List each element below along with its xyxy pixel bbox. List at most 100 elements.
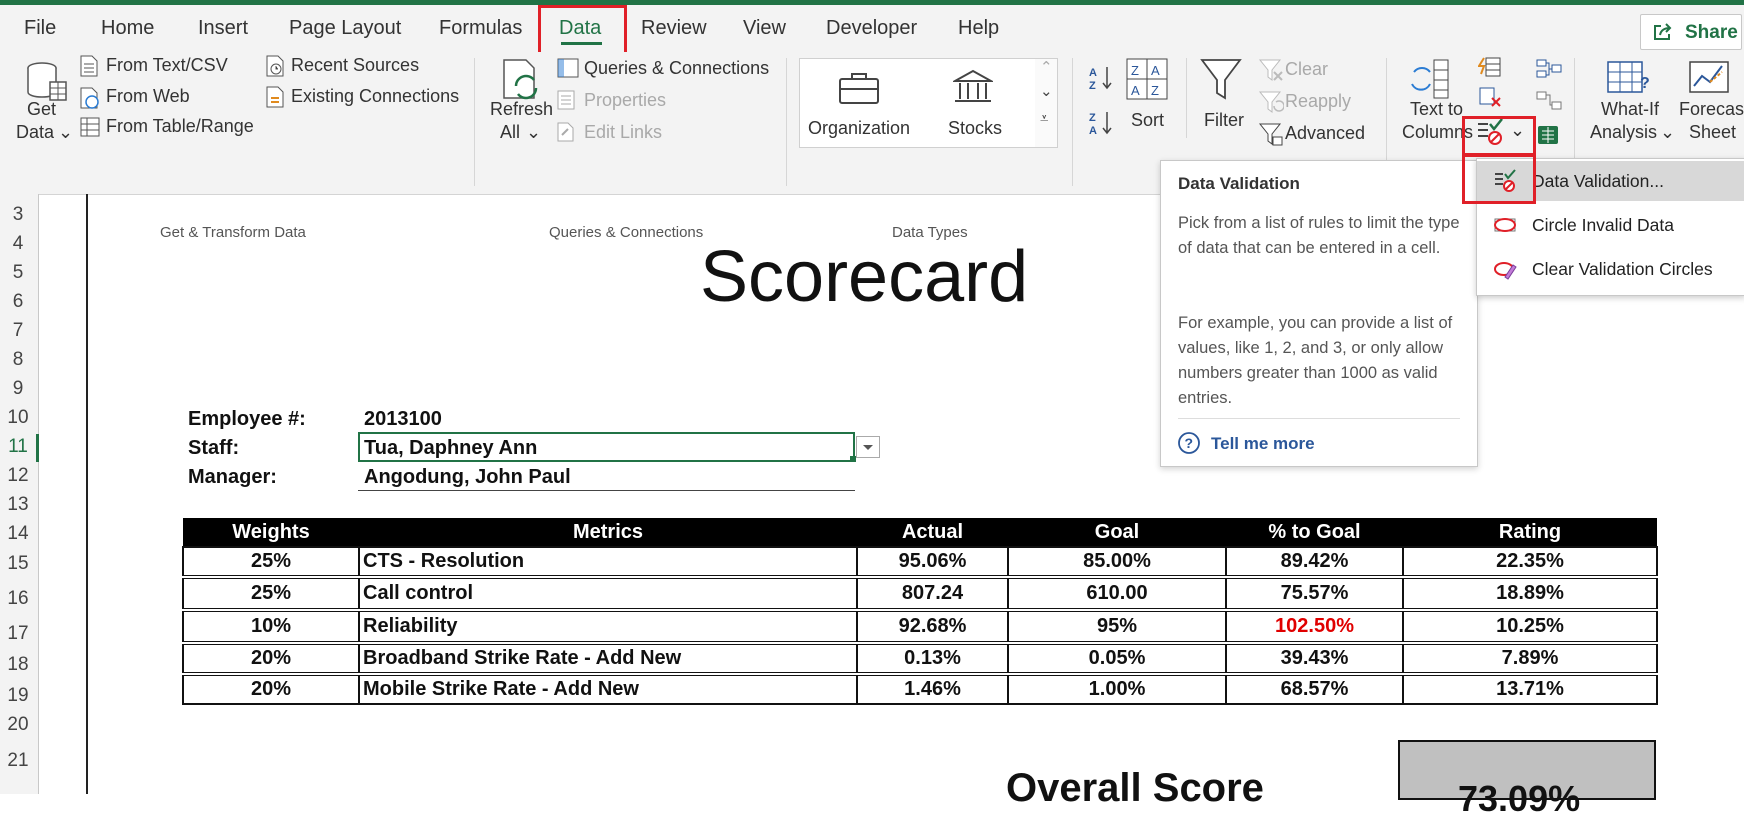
validation-dropdown-button[interactable]: [856, 436, 880, 458]
sort-button[interactable]: Sort: [1131, 110, 1164, 131]
edit-links-button[interactable]: Edit Links: [584, 122, 662, 143]
clear-button[interactable]: Clear: [1285, 59, 1328, 80]
from-text-csv-button[interactable]: From Text/CSV: [106, 55, 228, 76]
actual-cell[interactable]: 1.46%: [856, 673, 1009, 705]
goal-cell[interactable]: 0.05%: [1007, 642, 1227, 676]
tell-me-more-link[interactable]: Tell me more: [1211, 434, 1315, 454]
organization-button[interactable]: Organization: [808, 118, 910, 139]
row-number[interactable]: 12: [0, 465, 36, 487]
row-number[interactable]: 16: [0, 588, 36, 610]
pct-cell[interactable]: 89.42%: [1225, 546, 1404, 579]
staff-cell[interactable]: Tua, Daphney Ann: [358, 432, 856, 462]
get-data-label-2[interactable]: Data: [16, 122, 54, 143]
properties-button[interactable]: Properties: [584, 90, 666, 111]
gallery-more-icon[interactable]: ⩡: [1040, 110, 1048, 127]
tab-help[interactable]: Help: [958, 17, 999, 40]
header-metrics[interactable]: Metrics: [359, 518, 857, 547]
row-number[interactable]: 14: [0, 523, 36, 545]
metric-cell[interactable]: Reliability: [358, 609, 858, 645]
rating-cell[interactable]: 22.35%: [1402, 546, 1658, 579]
chevron-down-icon[interactable]: ⌄: [1040, 82, 1053, 100]
what-if-label-2[interactable]: Analysis: [1590, 122, 1657, 143]
actual-cell[interactable]: 0.13%: [856, 642, 1009, 676]
header-rating[interactable]: Rating: [1403, 518, 1657, 547]
metric-cell[interactable]: CTS - Resolution: [358, 546, 858, 579]
row-number[interactable]: 4: [0, 233, 36, 255]
queries-connections-button[interactable]: Queries & Connections: [584, 58, 769, 79]
row-number[interactable]: 5: [0, 262, 36, 284]
tab-view[interactable]: View: [743, 17, 786, 40]
sort-asc-icon[interactable]: A Z: [1088, 65, 1114, 91]
weight-cell[interactable]: 25%: [182, 546, 360, 579]
manage-data-model-icon[interactable]: [1536, 124, 1562, 146]
sheet-title[interactable]: Scorecard: [700, 236, 1028, 318]
row-number[interactable]: 13: [0, 494, 36, 516]
weight-cell[interactable]: 20%: [182, 642, 360, 676]
goal-cell[interactable]: 610.00: [1007, 576, 1227, 612]
menu-item-clear-circles[interactable]: Clear Validation Circles: [1477, 249, 1744, 289]
tab-review[interactable]: Review: [641, 17, 707, 40]
metric-cell[interactable]: Broadband Strike Rate - Add New: [358, 642, 858, 676]
sort-desc-icon[interactable]: Z A: [1088, 110, 1114, 136]
help-icon[interactable]: ?: [1177, 431, 1201, 455]
goal-cell[interactable]: 1.00%: [1007, 673, 1227, 705]
actual-cell[interactable]: 807.24: [856, 576, 1009, 612]
row-number[interactable]: 20: [0, 714, 36, 736]
header-goal[interactable]: Goal: [1008, 518, 1226, 547]
actual-cell[interactable]: 92.68%: [856, 609, 1009, 645]
row-number[interactable]: 21: [0, 750, 36, 772]
rating-cell[interactable]: 7.89%: [1402, 642, 1658, 676]
consolidate-icon[interactable]: [1536, 58, 1562, 80]
chevron-down-icon[interactable]: ⌄: [526, 122, 541, 143]
tab-insert[interactable]: Insert: [198, 17, 248, 40]
stocks-button[interactable]: Stocks: [948, 118, 1002, 139]
staff-value[interactable]: Tua, Daphney Ann: [364, 437, 537, 460]
pct-cell-highlight[interactable]: 102.50%: [1225, 609, 1404, 645]
row-number[interactable]: 9: [0, 378, 36, 400]
goal-cell[interactable]: 95%: [1007, 609, 1227, 645]
tab-file[interactable]: File: [24, 17, 56, 40]
pct-cell[interactable]: 68.57%: [1225, 673, 1404, 705]
row-number[interactable]: 10: [0, 407, 36, 429]
metric-cell[interactable]: Mobile Strike Rate - Add New: [358, 673, 858, 705]
tab-home[interactable]: Home: [101, 17, 154, 40]
manager-value[interactable]: Angodung, John Paul: [364, 466, 571, 489]
tab-developer[interactable]: Developer: [826, 17, 917, 40]
get-data-label-1[interactable]: Get: [27, 99, 56, 120]
existing-connections-button[interactable]: Existing Connections: [291, 86, 459, 107]
relationships-icon[interactable]: [1536, 90, 1562, 112]
forecast-label-1[interactable]: Forecast: [1679, 99, 1744, 120]
what-if-label-1[interactable]: What-If: [1601, 99, 1659, 120]
share-button[interactable]: Share: [1640, 14, 1742, 50]
rating-cell[interactable]: 13.71%: [1402, 673, 1658, 705]
tab-page-layout[interactable]: Page Layout: [289, 17, 401, 40]
remove-duplicates-icon[interactable]: [1478, 86, 1502, 108]
weight-cell[interactable]: 25%: [182, 576, 360, 612]
row-number[interactable]: 19: [0, 685, 36, 707]
overall-score-value[interactable]: 73.09%: [1458, 778, 1580, 820]
flash-fill-icon[interactable]: [1478, 56, 1502, 78]
row-number[interactable]: 7: [0, 320, 36, 342]
chevron-down-icon[interactable]: ⌄: [58, 122, 73, 143]
row-number[interactable]: 6: [0, 291, 36, 313]
row-number[interactable]: 15: [0, 553, 36, 575]
refresh-all-label-2[interactable]: All: [500, 122, 520, 143]
forecast-label-2[interactable]: Sheet: [1689, 122, 1736, 143]
row-number[interactable]: 8: [0, 349, 36, 371]
from-web-button[interactable]: From Web: [106, 86, 190, 107]
metric-cell[interactable]: Call control: [358, 576, 858, 612]
rating-cell[interactable]: 18.89%: [1402, 576, 1658, 612]
chevron-down-icon[interactable]: ⌄: [1660, 122, 1675, 143]
tab-formulas[interactable]: Formulas: [439, 17, 522, 40]
overall-score-label[interactable]: Overall Score: [1006, 766, 1264, 811]
goal-cell[interactable]: 85.00%: [1007, 546, 1227, 579]
recent-sources-button[interactable]: Recent Sources: [291, 55, 419, 76]
row-number[interactable]: 3: [0, 204, 36, 226]
weight-cell[interactable]: 20%: [182, 673, 360, 705]
pct-cell[interactable]: 39.43%: [1225, 642, 1404, 676]
menu-item-circle-invalid[interactable]: Circle Invalid Data: [1477, 205, 1744, 245]
chevron-up-icon[interactable]: ⌃: [1040, 58, 1053, 76]
row-number[interactable]: 18: [0, 654, 36, 676]
advanced-button[interactable]: Advanced: [1285, 123, 1365, 144]
header-pct-to-goal[interactable]: % to Goal: [1226, 518, 1403, 547]
